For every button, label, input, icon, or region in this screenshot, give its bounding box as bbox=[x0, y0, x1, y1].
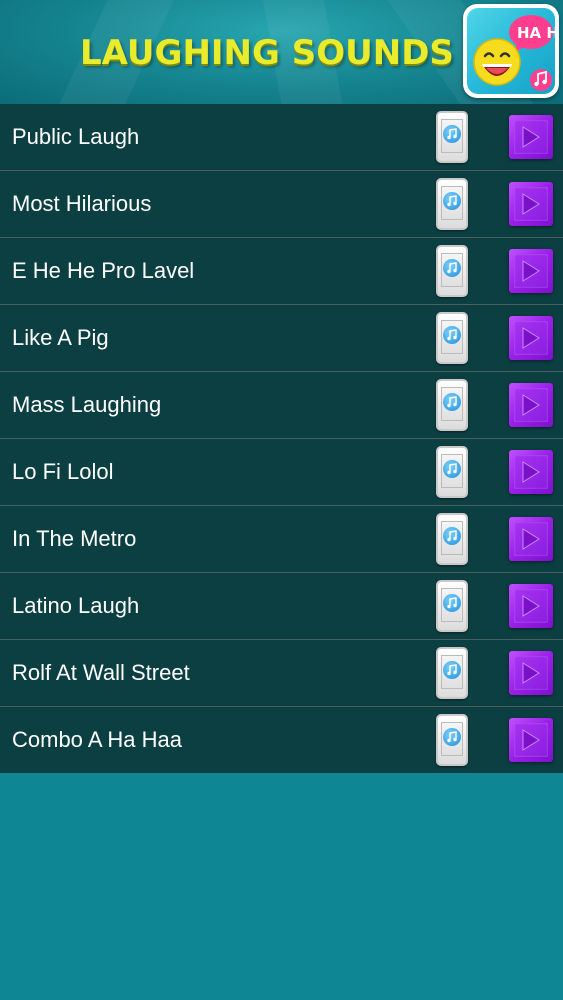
play-button[interactable] bbox=[509, 182, 553, 226]
list-item[interactable]: Public Laugh bbox=[0, 104, 563, 171]
list-item[interactable]: In The Metro bbox=[0, 506, 563, 573]
play-icon bbox=[522, 193, 540, 215]
sound-label: Lo Fi Lolol bbox=[12, 459, 114, 484]
set-ringtone-button[interactable] bbox=[436, 245, 468, 297]
phone-ringtone-icon bbox=[443, 125, 461, 143]
phone-ringtone-icon bbox=[443, 527, 461, 545]
sound-label: Rolf At Wall Street bbox=[12, 660, 190, 685]
play-icon bbox=[522, 528, 540, 550]
list-item[interactable]: E He He Pro Lavel bbox=[0, 238, 563, 305]
play-button[interactable] bbox=[509, 316, 553, 360]
sound-label: E He He Pro Lavel bbox=[12, 258, 195, 283]
play-button[interactable] bbox=[509, 517, 553, 561]
sound-label: Public Laugh bbox=[12, 124, 140, 149]
list-item[interactable]: Mass Laughing bbox=[0, 372, 563, 439]
sound-label: Latino Laugh bbox=[12, 593, 140, 618]
set-ringtone-button[interactable] bbox=[436, 513, 468, 565]
set-ringtone-button[interactable] bbox=[436, 178, 468, 230]
phone-ringtone-icon bbox=[443, 460, 461, 478]
play-button[interactable] bbox=[509, 383, 553, 427]
list-item[interactable]: Like A Pig bbox=[0, 305, 563, 372]
phone-ringtone-icon bbox=[443, 393, 461, 411]
play-icon bbox=[522, 461, 540, 483]
sound-label: Combo A Ha Haa bbox=[12, 727, 182, 752]
play-icon bbox=[522, 260, 540, 282]
phone-ringtone-icon bbox=[443, 326, 461, 344]
play-icon bbox=[522, 394, 540, 416]
set-ringtone-button[interactable] bbox=[436, 714, 468, 766]
list-item[interactable]: Rolf At Wall Street bbox=[0, 640, 563, 707]
play-icon bbox=[522, 595, 540, 617]
play-button[interactable] bbox=[509, 651, 553, 695]
sound-label: Mass Laughing bbox=[12, 392, 162, 417]
set-ringtone-button[interactable] bbox=[436, 379, 468, 431]
phone-ringtone-icon bbox=[443, 259, 461, 277]
list-item[interactable]: Most Hilarious bbox=[0, 171, 563, 238]
sound-label: Like A Pig bbox=[12, 325, 109, 350]
sound-list: Public Laugh Most Hilarious E He He Pro … bbox=[0, 104, 563, 774]
app-logo: HA HA bbox=[463, 4, 559, 98]
set-ringtone-button[interactable] bbox=[436, 111, 468, 163]
app-title: LAUGHING SOUNDS bbox=[80, 33, 454, 73]
play-button[interactable] bbox=[509, 249, 553, 293]
list-item[interactable]: Lo Fi Lolol bbox=[0, 439, 563, 506]
play-button[interactable] bbox=[509, 718, 553, 762]
laughing-emoji-icon: HA HA bbox=[473, 15, 555, 91]
play-icon bbox=[522, 662, 540, 684]
phone-ringtone-icon bbox=[443, 728, 461, 746]
phone-ringtone-icon bbox=[443, 661, 461, 679]
app-header: LAUGHING SOUNDS HA HA bbox=[0, 0, 563, 104]
phone-ringtone-icon bbox=[443, 192, 461, 210]
phone-ringtone-icon bbox=[443, 594, 461, 612]
empty-background bbox=[0, 773, 563, 1000]
set-ringtone-button[interactable] bbox=[436, 446, 468, 498]
sound-label: Most Hilarious bbox=[12, 191, 152, 216]
set-ringtone-button[interactable] bbox=[436, 580, 468, 632]
play-button[interactable] bbox=[509, 450, 553, 494]
bubble-text: HA HA bbox=[517, 24, 555, 42]
sound-label: In The Metro bbox=[12, 526, 137, 551]
list-item[interactable]: Combo A Ha Haa bbox=[0, 707, 563, 774]
play-button[interactable] bbox=[509, 115, 553, 159]
play-icon bbox=[522, 126, 540, 148]
list-item[interactable]: Latino Laugh bbox=[0, 573, 563, 640]
play-button[interactable] bbox=[509, 584, 553, 628]
play-icon bbox=[522, 327, 540, 349]
set-ringtone-button[interactable] bbox=[436, 647, 468, 699]
set-ringtone-button[interactable] bbox=[436, 312, 468, 364]
play-icon bbox=[522, 729, 540, 751]
